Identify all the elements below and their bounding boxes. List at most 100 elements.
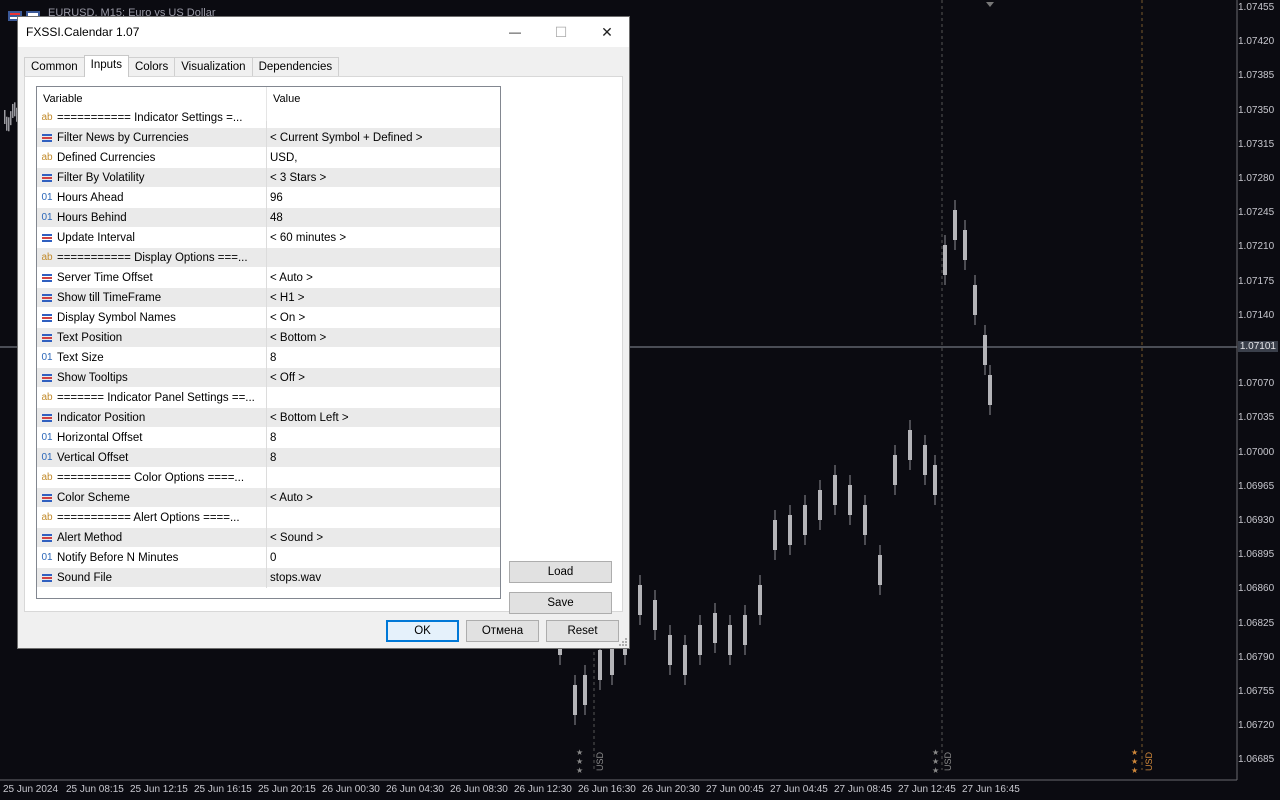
value-cell[interactable]: < H1 > [267, 288, 499, 308]
table-row[interactable]: Update Interval < 60 minutes > [37, 227, 500, 248]
tab-inputs[interactable]: Inputs [83, 55, 129, 77]
value-cell[interactable]: < Bottom Left > [267, 408, 499, 428]
price-tick-label: 1.06860 [1238, 583, 1275, 595]
variable-label: Notify Before N Minutes [57, 551, 179, 564]
value-cell[interactable]: < On > [267, 308, 499, 328]
candle-body [758, 585, 762, 615]
candle-body [14, 102, 16, 117]
candle-body [983, 335, 987, 365]
load-button[interactable]: Load [509, 561, 612, 583]
ok-button[interactable]: OK [386, 620, 459, 642]
value-cell[interactable]: < Off > [267, 368, 499, 388]
star-icon: ★ ★ ★ [576, 748, 584, 775]
variable-label: Text Size [57, 351, 104, 364]
table-row[interactable]: 01 Text Size 8 [37, 347, 500, 368]
value-cell[interactable]: 8 [267, 428, 499, 448]
tab-dependencies[interactable]: Dependencies [251, 57, 340, 77]
column-header-variable[interactable]: Variable [37, 87, 267, 121]
table-row[interactable]: Display Symbol Names < On > [37, 307, 500, 328]
value-cell[interactable]: < Auto > [267, 488, 499, 508]
event-marker[interactable]: USD [1144, 752, 1154, 771]
variable-label: Update Interval [57, 231, 135, 244]
title-bar[interactable]: FXSSI.Calendar 1.07 — ☐ ✕ [18, 17, 629, 47]
value-cell[interactable]: stops.wav [267, 568, 499, 588]
event-marker[interactable]: USD [595, 752, 605, 771]
table-row[interactable]: ab =========== Color Options ====... [37, 467, 500, 488]
close-button[interactable]: ✕ [584, 17, 630, 47]
table-row[interactable]: ab Defined Currencies USD, [37, 147, 500, 168]
table-row[interactable]: ab =========== Alert Options ====... [37, 507, 500, 528]
enum-type-icon [41, 333, 53, 343]
candle-body [638, 585, 642, 615]
variable-cell: Text Position [37, 327, 267, 348]
table-row[interactable]: Sound File stops.wav [37, 567, 500, 588]
table-row[interactable]: Indicator Position < Bottom Left > [37, 407, 500, 428]
value-cell[interactable]: < 3 Stars > [267, 168, 499, 188]
table-row[interactable]: ab =========== Display Options ===... [37, 247, 500, 268]
column-header-value[interactable]: Value [267, 87, 499, 121]
enum-type-icon [41, 173, 53, 183]
maximize-button[interactable]: ☐ [538, 17, 584, 47]
variable-cell: 01 Text Size [37, 347, 267, 368]
table-row[interactable]: Server Time Offset < Auto > [37, 267, 500, 288]
table-row[interactable]: 01 Horizontal Offset 8 [37, 427, 500, 448]
table-row[interactable]: Alert Method < Sound > [37, 527, 500, 548]
value-cell[interactable]: < Sound > [267, 528, 499, 548]
variable-label: Filter By Volatility [57, 171, 145, 184]
table-row[interactable]: ab ======= Indicator Panel Settings ==... [37, 387, 500, 408]
time-tick-label: 27 Jun 08:45 [834, 784, 892, 795]
value-cell[interactable]: < 60 minutes > [267, 228, 499, 248]
enum-type-icon [41, 233, 53, 243]
table-row[interactable]: Filter By Volatility < 3 Stars > [37, 167, 500, 188]
close-icon: ✕ [601, 23, 613, 40]
resize-grip-icon[interactable] [618, 637, 628, 647]
variable-cell: Update Interval [37, 227, 267, 248]
value-cell[interactable]: 0 [267, 548, 499, 568]
value-cell[interactable] [267, 388, 499, 408]
string-type-icon: ab [41, 472, 53, 483]
time-tick-label: 26 Jun 12:30 [514, 784, 572, 795]
table-row[interactable]: Show till TimeFrame < H1 > [37, 287, 500, 308]
value-cell[interactable]: 8 [267, 448, 499, 468]
save-button[interactable]: Save [509, 592, 612, 614]
integer-type-icon: 01 [41, 552, 53, 563]
table-row[interactable]: 01 Hours Behind 48 [37, 207, 500, 228]
integer-type-icon: 01 [41, 212, 53, 223]
value-cell[interactable]: 48 [267, 208, 499, 228]
value-cell[interactable]: < Current Symbol + Defined > [267, 128, 499, 148]
value-cell[interactable]: 8 [267, 348, 499, 368]
variable-label: Show Tooltips [57, 371, 128, 384]
cancel-button[interactable]: Отмена [466, 620, 539, 642]
table-row[interactable]: 01 Notify Before N Minutes 0 [37, 547, 500, 568]
value-cell[interactable] [267, 508, 499, 528]
integer-type-icon: 01 [41, 432, 53, 443]
table-row[interactable]: Show Tooltips < Off > [37, 367, 500, 388]
value-cell[interactable] [267, 468, 499, 488]
table-row[interactable]: Text Position < Bottom > [37, 327, 500, 348]
table-row[interactable]: 01 Hours Ahead 96 [37, 187, 500, 208]
tab-colors[interactable]: Colors [127, 57, 176, 77]
value-cell[interactable] [267, 248, 499, 268]
minimize-button[interactable]: — [492, 17, 538, 47]
candle-body [668, 635, 672, 665]
table-row[interactable]: 01 Vertical Offset 8 [37, 447, 500, 468]
price-tick-label: 1.07210 [1238, 241, 1275, 253]
inputs-grid[interactable]: Variable Value ab =========== Indicator S… [36, 86, 501, 599]
value-cell[interactable]: USD, [267, 148, 499, 168]
value-cell[interactable]: 96 [267, 188, 499, 208]
reset-button[interactable]: Reset [546, 620, 619, 642]
value-cell[interactable]: < Auto > [267, 268, 499, 288]
event-marker[interactable]: USD [943, 752, 953, 771]
tab-visualization[interactable]: Visualization [174, 57, 253, 77]
variable-cell: Show Tooltips [37, 367, 267, 388]
variable-label: Horizontal Offset [57, 431, 143, 444]
time-tick-label: 27 Jun 16:45 [962, 784, 1020, 795]
table-row[interactable]: Color Scheme < Auto > [37, 487, 500, 508]
candle-body [773, 520, 777, 550]
value-cell[interactable]: < Bottom > [267, 328, 499, 348]
tab-common[interactable]: Common [24, 57, 85, 77]
price-tick-label: 1.06685 [1238, 754, 1275, 766]
table-row[interactable]: Filter News by Currencies < Current Symbo… [37, 127, 500, 148]
candle-body [573, 685, 577, 715]
variable-cell: ab Defined Currencies [37, 147, 267, 168]
